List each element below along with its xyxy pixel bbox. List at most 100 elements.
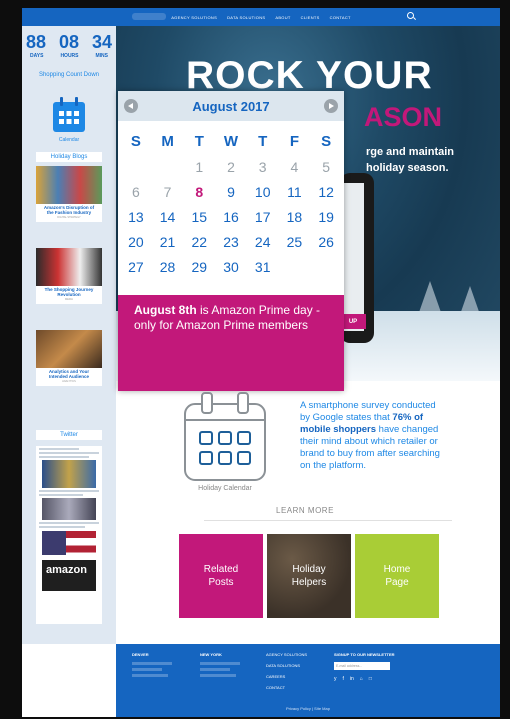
facebook-icon[interactable]: f <box>343 676 344 682</box>
calendar-day[interactable]: 5 <box>310 156 342 178</box>
footer-col-newyork: NEW YORK <box>200 652 240 680</box>
nav-item-agency-solutions[interactable]: AGENCY SOLUTIONS <box>171 15 217 20</box>
site-logo[interactable] <box>132 13 166 20</box>
youtube-icon[interactable]: ⌂ <box>360 676 363 682</box>
footer-col-denver: DENVER <box>132 652 172 680</box>
calendar-day[interactable]: 9 <box>215 181 247 203</box>
calendar-day[interactable]: 23 <box>215 231 247 253</box>
weekday-label: S <box>321 133 332 150</box>
footer-address-line <box>200 668 230 671</box>
search-icon[interactable] <box>407 12 414 19</box>
calendar-day[interactable]: 12 <box>310 181 342 203</box>
linkedin-icon[interactable]: in <box>350 676 354 682</box>
blog-thumbnail <box>36 248 102 286</box>
holiday-helpers-tile[interactable]: Holiday Helpers <box>267 534 351 618</box>
footer: DENVER NEW YORK AGENCY SOLUTIONS DATA SO… <box>116 644 500 717</box>
twitter-feed[interactable]: amazon <box>36 446 102 624</box>
countdown-hours-label: HOURS <box>60 53 79 59</box>
tweet-line <box>39 522 99 524</box>
blog-card[interactable]: Amazon's Disruption of the Fashion Indus… <box>36 166 102 222</box>
calendar-day[interactable]: 26 <box>310 231 342 253</box>
next-month-icon[interactable] <box>324 99 338 113</box>
footer-link-agency[interactable]: AGENCY SOLUTIONS <box>266 652 307 657</box>
hero-subtitle-line2: holiday season. <box>366 162 449 174</box>
calendar-day[interactable]: 25 <box>279 231 311 253</box>
hero-title-line2: ASON <box>364 102 443 132</box>
calendar-day[interactable]: 8 <box>183 181 215 203</box>
calendar-day[interactable]: 24 <box>247 231 279 253</box>
prev-month-icon[interactable] <box>124 99 138 113</box>
related-posts-tile[interactable]: Related Posts <box>179 534 263 618</box>
tile-label: Home Page <box>383 564 411 588</box>
countdown-mins-label: MINS <box>95 53 109 59</box>
blog-title[interactable]: Analytics and Your Intended Audience <box>36 368 102 380</box>
footer-heading: DENVER <box>132 652 149 657</box>
learn-more-link[interactable]: LEARN MORE <box>276 506 334 515</box>
social-icons: y f in ⌂ □ <box>334 676 395 682</box>
nav-item-about[interactable]: ABOUT <box>275 15 290 20</box>
blog-card[interactable]: Analytics and Your Intended Audience ANA… <box>36 330 102 386</box>
calendar-day[interactable]: 29 <box>183 256 215 278</box>
calendar-label[interactable]: Calendar <box>22 137 116 143</box>
countdown-timer: 88 08 34 DAYS HOURS MINS <box>26 32 112 59</box>
page: AGENCY SOLUTIONS DATA SOLUTIONS ABOUT CL… <box>22 8 500 717</box>
calendar-day[interactable]: 20 <box>120 231 152 253</box>
calendar-day[interactable]: 31 <box>247 256 279 278</box>
calendar-day[interactable]: 1 <box>183 156 215 178</box>
calendar-day[interactable]: 21 <box>152 231 184 253</box>
newsletter-email-input[interactable]: E-mail address... <box>334 662 390 670</box>
blog-tag: MEDIA <box>65 298 73 301</box>
calendar-note-date: August 8th <box>134 303 197 317</box>
calendar-day[interactable]: 7 <box>152 181 184 203</box>
calendar-day[interactable]: 18 <box>279 206 311 228</box>
nav-item-contact[interactable]: CONTACT <box>330 15 351 20</box>
calendar-day[interactable]: 19 <box>310 206 342 228</box>
holiday-calendar-label[interactable]: Holiday Calendar <box>182 485 268 492</box>
nav-item-clients[interactable]: CLIENTS <box>301 15 320 20</box>
calendar-day[interactable]: 6 <box>120 181 152 203</box>
calendar-day[interactable]: 13 <box>120 206 152 228</box>
sidebar: 88 08 34 DAYS HOURS MINS Shopping Count … <box>22 26 116 644</box>
calendar-icon[interactable] <box>52 96 86 134</box>
footer-bottom-links[interactable]: Privacy Policy | Site Map <box>116 706 500 711</box>
footer-col-links: AGENCY SOLUTIONS DATA SOLUTIONS CAREERS … <box>266 652 307 696</box>
holiday-blogs-heading: Holiday Blogs <box>36 152 102 162</box>
blog-thumbnail <box>36 166 102 204</box>
top-nav: AGENCY SOLUTIONS DATA SOLUTIONS ABOUT CL… <box>22 8 500 26</box>
blog-title[interactable]: Amazon's Disruption of the Fashion Indus… <box>36 204 102 216</box>
footer-link-careers[interactable]: CAREERS <box>266 674 307 679</box>
nav-item-data-solutions[interactable]: DATA SOLUTIONS <box>227 15 265 20</box>
calendar-day[interactable]: 4 <box>279 156 311 178</box>
footer-col-newsletter: SIGNUP TO OUR NEWSLETTER E-mail address.… <box>334 652 395 682</box>
calendar-day[interactable]: 3 <box>247 156 279 178</box>
calendar-day[interactable]: 10 <box>247 181 279 203</box>
blog-card[interactable]: The Shopping Journey Revolution MEDIA <box>36 248 102 304</box>
calendar-day[interactable]: 22 <box>183 231 215 253</box>
calendar-day[interactable]: 15 <box>183 206 215 228</box>
calendar-day[interactable]: 11 <box>279 181 311 203</box>
blog-title[interactable]: The Shopping Journey Revolution <box>36 286 102 298</box>
instagram-icon[interactable]: □ <box>369 676 372 682</box>
footer-address-line <box>132 668 162 671</box>
calendar-day[interactable]: 14 <box>152 206 184 228</box>
footer-link-contact[interactable]: CONTACT <box>266 685 307 690</box>
footer-link-data[interactable]: DATA SOLUTIONS <box>266 663 307 668</box>
holiday-calendar-icon[interactable] <box>182 390 268 484</box>
twitter-icon[interactable]: y <box>334 676 337 682</box>
calendar-day[interactable]: 17 <box>247 206 279 228</box>
tile-label: Holiday Helpers <box>291 564 327 588</box>
home-page-tile[interactable]: Home Page <box>355 534 439 618</box>
blog-thumbnail <box>36 330 102 368</box>
calendar-day[interactable]: 16 <box>215 206 247 228</box>
tweet-line <box>39 494 83 496</box>
blog-tag: ANALYTICS <box>62 380 76 383</box>
calendar-day[interactable]: 30 <box>215 256 247 278</box>
calendar-month: August 2017 <box>192 98 270 114</box>
tweet-line <box>39 448 79 450</box>
tile-label: Related Posts <box>203 564 239 588</box>
calendar-event-note: August 8th is Amazon Prime day - only fo… <box>118 295 344 391</box>
calendar-day[interactable]: 2 <box>215 156 247 178</box>
footer-address-line <box>200 674 236 677</box>
calendar-day[interactable]: 27 <box>120 256 152 278</box>
calendar-day[interactable]: 28 <box>152 256 184 278</box>
